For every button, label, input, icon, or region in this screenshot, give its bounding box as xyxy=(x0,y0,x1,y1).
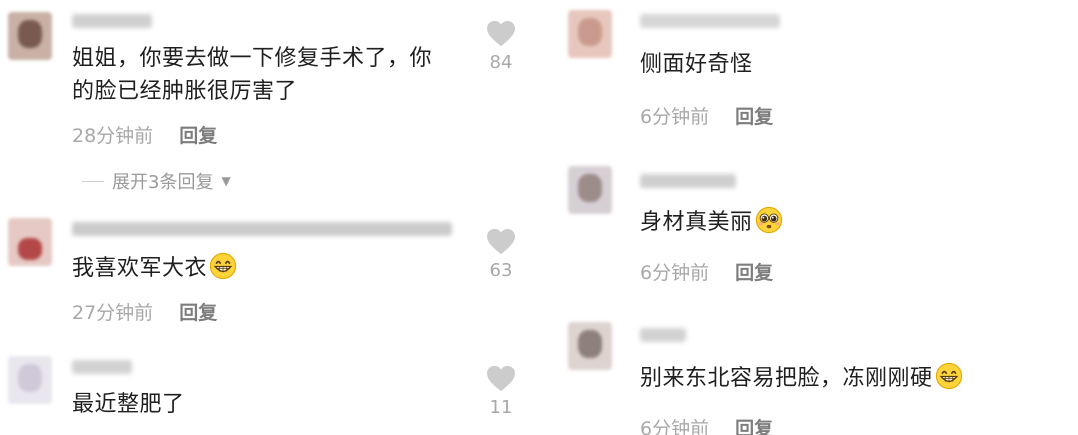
comment-meta: 6分钟前 回复 xyxy=(640,414,773,435)
comment-item: 侧面好奇怪 6分钟前 回复 xyxy=(540,0,1078,150)
reply-button[interactable]: 回复 xyxy=(179,298,217,325)
comment-meta: 6分钟前 回复 xyxy=(640,258,773,285)
comment-text: 姐姐，你要去做一下修复手术了，你 的脸已经肿胀很厉害了 xyxy=(72,42,462,108)
like-count: 11 xyxy=(489,397,513,418)
comment-time: 6分钟前 xyxy=(640,262,710,284)
left-comment-column: 姐姐，你要去做一下修复手术了，你 的脸已经肿胀很厉害了 28分钟前 回复 展开3… xyxy=(0,0,540,435)
like-count: 84 xyxy=(489,52,513,73)
reply-button[interactable]: 回复 xyxy=(735,414,773,435)
avatar[interactable] xyxy=(8,12,52,60)
comment-text-line: 最近整肥了 xyxy=(72,392,185,417)
heart-icon xyxy=(486,365,516,393)
avatar[interactable] xyxy=(568,10,612,58)
reply-button[interactable]: 回复 xyxy=(735,258,773,285)
caret-down-icon: ▼ xyxy=(221,174,231,188)
avatar[interactable] xyxy=(568,322,612,370)
comment-time: 6分钟前 xyxy=(640,106,710,128)
reply-button[interactable]: 回复 xyxy=(179,121,217,148)
reply-button[interactable]: 回复 xyxy=(735,102,773,129)
grin-emoji-icon xyxy=(935,362,963,390)
like-button[interactable]: 63 xyxy=(481,228,521,281)
like-count: 63 xyxy=(489,260,513,281)
comment-text: 最近整肥了 xyxy=(72,388,185,421)
comment-text-line: 侧面好奇怪 xyxy=(640,52,753,77)
like-button[interactable]: 84 xyxy=(481,20,521,73)
heart-icon xyxy=(486,20,516,48)
heart-icon xyxy=(486,228,516,256)
right-comment-column: 侧面好奇怪 6分钟前 回复 身材真美丽 6分钟前 回复 别来东北容易把脸，冻刚刚… xyxy=(540,0,1078,435)
comment-text-line: 身材真美丽 xyxy=(640,210,753,235)
avatar[interactable] xyxy=(8,218,52,266)
comment-text: 侧面好奇怪 xyxy=(640,48,753,81)
username-blurred[interactable] xyxy=(640,14,780,28)
comment-meta: 28分钟前 回复 xyxy=(72,121,217,148)
comment-time: 28分钟前 xyxy=(72,125,154,147)
comment-item: 别来东北容易把脸，冻刚刚硬 6分钟前 回复 xyxy=(540,310,1078,435)
comment-text: 别来东北容易把脸，冻刚刚硬 xyxy=(640,362,963,395)
comment-text-line: 别来东北容易把脸，冻刚刚硬 xyxy=(640,366,933,391)
comment-item: 身材真美丽 6分钟前 回复 xyxy=(540,150,1078,310)
comment-text-line: 我喜欢军大衣 xyxy=(72,256,208,281)
username-blurred[interactable] xyxy=(72,14,152,28)
comment-text-line: 的脸已经肿胀很厉害了 xyxy=(72,79,298,104)
avatar[interactable] xyxy=(8,356,52,404)
comment-text: 身材真美丽 xyxy=(640,206,783,239)
comment-text: 我喜欢军大衣 xyxy=(72,252,237,285)
username-blurred[interactable] xyxy=(72,222,452,236)
comment-text-line: 姐姐，你要去做一下修复手术了，你 xyxy=(72,46,433,71)
divider xyxy=(82,180,104,182)
comment-item: 我喜欢军大衣 27分钟前 回复 63 xyxy=(0,200,540,340)
avatar[interactable] xyxy=(568,166,612,214)
comment-meta: 27分钟前 回复 xyxy=(72,298,217,325)
like-button[interactable]: 11 xyxy=(481,365,521,418)
expand-replies-label: 展开3条回复 xyxy=(112,172,214,193)
comment-time: 27分钟前 xyxy=(72,302,154,324)
comment-item: 最近整肥了 11 xyxy=(0,340,540,435)
username-blurred[interactable] xyxy=(640,328,686,342)
comment-meta: 6分钟前 回复 xyxy=(640,102,773,129)
expand-replies-button[interactable]: 展开3条回复 ▼ xyxy=(82,168,231,194)
pleading-emoji-icon xyxy=(755,206,783,234)
username-blurred[interactable] xyxy=(640,174,736,188)
comment-item: 姐姐，你要去做一下修复手术了，你 的脸已经肿胀很厉害了 28分钟前 回复 展开3… xyxy=(0,0,540,200)
username-blurred[interactable] xyxy=(72,360,132,374)
grin-emoji-icon xyxy=(209,252,237,280)
comment-time: 6分钟前 xyxy=(640,418,710,435)
